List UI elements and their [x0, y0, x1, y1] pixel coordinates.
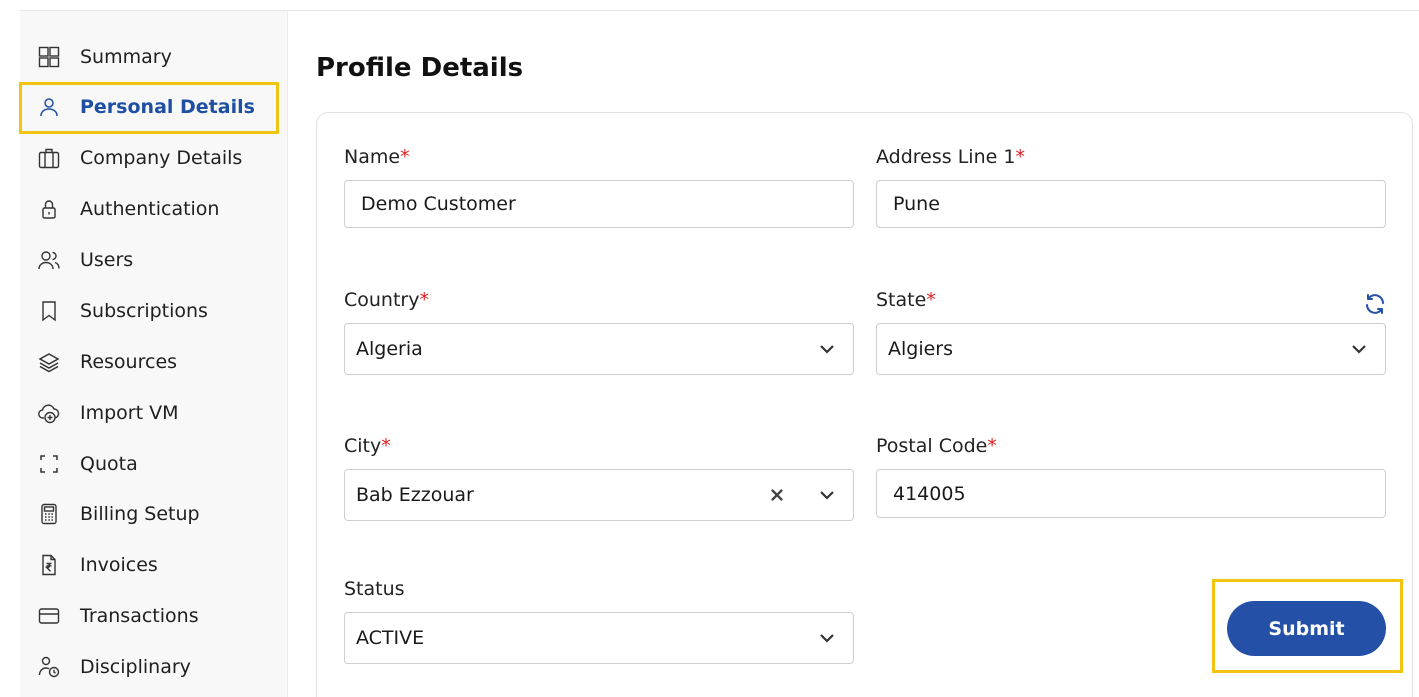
- sidebar-item-company-details[interactable]: Company Details: [20, 135, 288, 181]
- chevron-down-icon[interactable]: [817, 339, 837, 359]
- postal-code-label: Postal Code*: [876, 435, 997, 457]
- bookmark-icon: [36, 298, 62, 324]
- city-value: Bab Ezzouar: [356, 484, 474, 506]
- required-mark: *: [1015, 146, 1025, 168]
- sidebar: Summary Personal Details Company Details…: [20, 11, 288, 697]
- required-mark: *: [381, 435, 391, 457]
- sidebar-item-label: Summary: [80, 46, 172, 68]
- sidebar-item-label: Invoices: [80, 554, 158, 576]
- sidebar-item-label: Authentication: [80, 198, 220, 220]
- required-mark: *: [419, 289, 429, 311]
- sidebar-item-quota[interactable]: Quota: [20, 441, 288, 487]
- submit-button[interactable]: Submit: [1227, 601, 1386, 656]
- sidebar-item-import-vm[interactable]: Import VM: [20, 390, 288, 436]
- sidebar-item-label: Quota: [80, 453, 138, 475]
- sidebar-item-resources[interactable]: Resources: [20, 339, 288, 385]
- sidebar-item-label: Billing Setup: [80, 503, 200, 525]
- state-select[interactable]: Algiers: [876, 323, 1386, 375]
- name-label: Name*: [344, 146, 410, 168]
- briefcase-icon: [36, 145, 62, 171]
- sidebar-item-label: Disciplinary: [80, 656, 191, 678]
- clear-icon[interactable]: [767, 485, 787, 505]
- required-mark: *: [926, 289, 936, 311]
- sidebar-item-personal-details[interactable]: Personal Details: [20, 84, 288, 130]
- sidebar-item-label: Personal Details: [80, 96, 255, 118]
- country-select[interactable]: Algeria: [344, 323, 854, 375]
- sidebar-item-label: Transactions: [80, 605, 199, 627]
- required-mark: *: [400, 146, 410, 168]
- state-label: State*: [876, 289, 936, 311]
- state-value: Algiers: [888, 338, 954, 360]
- sidebar-item-label: Company Details: [80, 147, 243, 169]
- address-line-1-label: Address Line 1*: [876, 146, 1025, 168]
- sidebar-item-subscriptions[interactable]: Subscriptions: [20, 288, 288, 334]
- city-select[interactable]: Bab Ezzouar: [344, 469, 854, 521]
- sidebar-item-transactions[interactable]: Transactions: [20, 593, 288, 639]
- page-title: Profile Details: [316, 53, 524, 83]
- postal-code-input[interactable]: [876, 469, 1386, 518]
- sidebar-item-authentication[interactable]: Authentication: [20, 186, 288, 232]
- user-clock-icon: [36, 654, 62, 680]
- name-input[interactable]: [344, 180, 854, 228]
- sidebar-item-billing-setup[interactable]: Billing Setup: [20, 491, 288, 537]
- sidebar-item-summary[interactable]: Summary: [20, 34, 288, 80]
- refresh-icon[interactable]: [1362, 292, 1388, 316]
- chevron-down-icon[interactable]: [817, 485, 837, 505]
- cloud-plus-icon: [36, 400, 62, 426]
- layers-icon: [36, 349, 62, 375]
- country-label: Country*: [344, 289, 429, 311]
- rupee-document-icon: [36, 552, 62, 578]
- status-select[interactable]: ACTIVE: [344, 612, 854, 664]
- calculator-icon: [36, 501, 62, 527]
- frame-corners-icon: [36, 451, 62, 477]
- sidebar-item-label: Import VM: [80, 402, 179, 424]
- sidebar-item-label: Users: [80, 249, 134, 271]
- chevron-down-icon[interactable]: [817, 628, 837, 648]
- sidebar-item-label: Resources: [80, 351, 178, 373]
- status-label: Status: [344, 578, 405, 600]
- address-line-1-input[interactable]: [876, 180, 1386, 228]
- sidebar-item-disciplinary[interactable]: Disciplinary: [20, 644, 288, 690]
- city-label: City*: [344, 435, 391, 457]
- card-icon: [36, 603, 62, 629]
- status-value: ACTIVE: [356, 627, 425, 649]
- user-icon: [36, 94, 62, 120]
- sidebar-item-invoices[interactable]: Invoices: [20, 542, 288, 588]
- sidebar-item-label: Subscriptions: [80, 300, 208, 322]
- chevron-down-icon[interactable]: [1349, 339, 1369, 359]
- grid-icon: [36, 44, 62, 70]
- required-mark: *: [987, 435, 997, 457]
- sidebar-item-users[interactable]: Users: [20, 237, 288, 283]
- lock-icon: [36, 196, 62, 222]
- country-value: Algeria: [356, 338, 423, 360]
- users-icon: [36, 247, 62, 273]
